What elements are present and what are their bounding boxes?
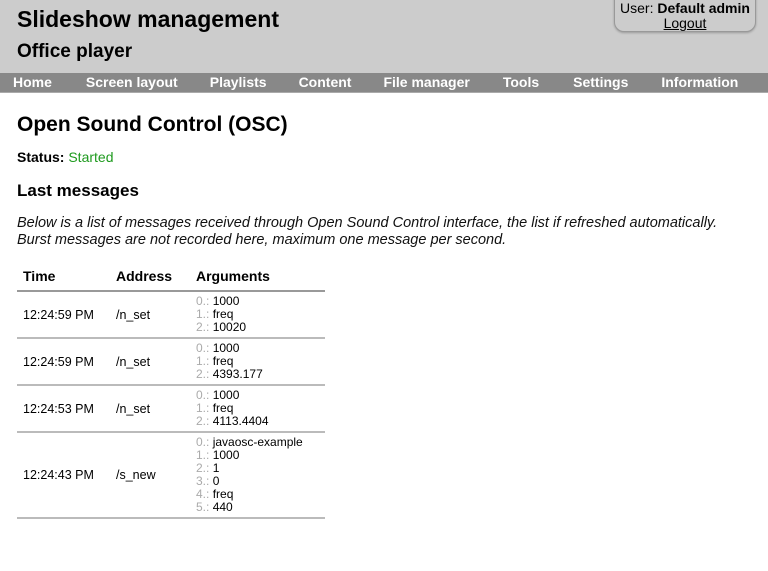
section-title: Last messages xyxy=(17,181,139,200)
argument-index: 0.: xyxy=(196,341,213,355)
page-title: Open Sound Control (OSC) xyxy=(17,113,288,136)
argument-index: 0.: xyxy=(196,294,213,308)
logout-link[interactable]: Logout xyxy=(664,16,707,31)
cell-arguments: 0.: javaosc-example 1.: 1000 2.: 1 3.: 0 4.:… xyxy=(190,432,325,519)
cell-address: /n_set xyxy=(110,338,190,386)
cell-arguments: 0.: 1000 1.: freq 2.: 4113.4404 xyxy=(190,385,325,433)
nav-home[interactable]: Home xyxy=(13,73,52,92)
nav-settings[interactable]: Settings xyxy=(573,73,628,92)
column-header-arguments: Arguments xyxy=(190,261,325,292)
argument-item: 2.: 10020 xyxy=(196,321,319,334)
status-line: Status: Started xyxy=(17,149,751,165)
cell-address: /s_new xyxy=(110,432,190,519)
main-content: Open Sound Control (OSC) Status: Started… xyxy=(0,113,768,519)
cell-arguments: 0.: 1000 1.: freq 2.: 4393.177 xyxy=(190,338,325,386)
table-row: 12:24:53 PM/n_set 0.: 1000 1.: freq 2.: 411… xyxy=(17,385,325,433)
cell-arguments: 0.: 1000 1.: freq 2.: 10020 xyxy=(190,291,325,339)
argument-index: 2.: xyxy=(196,461,213,475)
nav-file-manager[interactable]: File manager xyxy=(383,73,469,92)
argument-value: 10020 xyxy=(212,320,247,334)
cell-address: /n_set xyxy=(110,291,190,339)
argument-item: 2.: 4113.4404 xyxy=(196,415,319,428)
nav-information[interactable]: Information xyxy=(661,73,738,92)
user-label: User: xyxy=(620,0,654,16)
argument-index: 3.: xyxy=(196,474,213,488)
argument-value: 1000 xyxy=(212,388,240,402)
argument-index: 2.: xyxy=(196,320,213,334)
status-label: Status: xyxy=(17,149,65,165)
argument-index: 0.: xyxy=(196,388,213,402)
user-box: User: Default admin Logout xyxy=(614,0,756,32)
argument-item: 2.: 4393.177 xyxy=(196,368,319,381)
nav-playlists[interactable]: Playlists xyxy=(210,73,267,92)
argument-index: 1.: xyxy=(196,307,213,321)
argument-value: freq xyxy=(212,401,234,415)
argument-value: javaosc-example xyxy=(212,435,303,449)
argument-index: 2.: xyxy=(196,367,213,381)
argument-index: 2.: xyxy=(196,414,213,428)
argument-value: 1000 xyxy=(212,294,240,308)
argument-index: 0.: xyxy=(196,435,213,449)
argument-item: 5.: 440 xyxy=(196,501,319,514)
argument-index: 4.: xyxy=(196,487,213,501)
table-row: 12:24:59 PM/n_set 0.: 1000 1.: freq 2.: 100… xyxy=(17,291,325,339)
status-value: Started xyxy=(68,149,114,165)
messages-table: Time Address Arguments 12:24:59 PM/n_set… xyxy=(17,261,325,519)
argument-value: 440 xyxy=(212,500,233,514)
column-header-address: Address xyxy=(110,261,190,292)
argument-value: freq xyxy=(212,354,234,368)
nav-screen-layout[interactable]: Screen layout xyxy=(86,73,178,92)
app-title: Slideshow management xyxy=(17,6,280,32)
argument-value: 1000 xyxy=(212,341,240,355)
cell-address: /n_set xyxy=(110,385,190,433)
description: Below is a list of messages received thr… xyxy=(17,215,718,248)
cell-time: 12:24:59 PM xyxy=(17,338,110,386)
player-title: Office player xyxy=(17,41,133,62)
header: Slideshow management Office player User:… xyxy=(0,0,768,73)
argument-value: 4393.177 xyxy=(212,367,263,381)
argument-value: freq xyxy=(212,307,234,321)
cell-time: 12:24:53 PM xyxy=(17,385,110,433)
argument-value: 0 xyxy=(212,474,220,488)
argument-index: 1.: xyxy=(196,448,213,462)
argument-index: 1.: xyxy=(196,354,213,368)
argument-value: 1 xyxy=(212,461,220,475)
argument-index: 1.: xyxy=(196,401,213,415)
nav-content[interactable]: Content xyxy=(299,73,352,92)
cell-time: 12:24:43 PM xyxy=(17,432,110,519)
argument-value: 1000 xyxy=(212,448,240,462)
table-row: 12:24:59 PM/n_set 0.: 1000 1.: freq 2.: 439… xyxy=(17,338,325,386)
column-header-time: Time xyxy=(17,261,110,292)
main-nav: Home Screen layout Playlists Content Fil… xyxy=(0,73,768,93)
argument-value: 4113.4404 xyxy=(212,414,269,428)
table-row: 12:24:43 PM/s_new 0.: javaosc-example 1.: … xyxy=(17,432,325,519)
argument-index: 5.: xyxy=(196,500,213,514)
argument-value: freq xyxy=(212,487,234,501)
user-name: Default admin xyxy=(657,0,750,16)
table-header-row: Time Address Arguments xyxy=(17,261,325,292)
nav-tools[interactable]: Tools xyxy=(503,73,539,92)
cell-time: 12:24:59 PM xyxy=(17,291,110,339)
